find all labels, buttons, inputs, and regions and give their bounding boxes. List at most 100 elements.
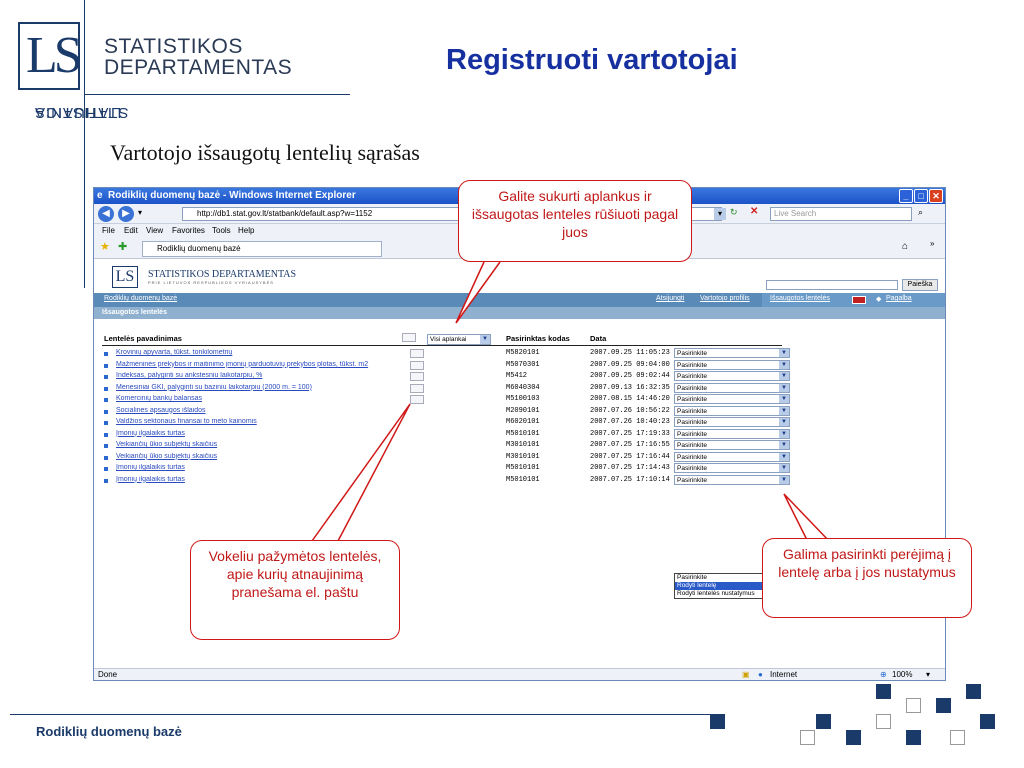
user-profile-link[interactable]: Vartotojo profilis (700, 295, 750, 302)
action-select[interactable]: Pasirinkite ▼ (674, 382, 790, 393)
folder-filter-select[interactable]: Visi aplankai ▼ (427, 334, 491, 345)
chevron-down-icon[interactable]: ▼ (779, 383, 789, 392)
table-name-link[interactable]: Indeksas, palyginti su ankstesniu laikot… (116, 372, 408, 379)
table-name-link[interactable]: Įmonių ilgalaikis turtas (116, 464, 408, 471)
site-subtitle: PRIE LIETUVOS RESPUBLIKOS VYRIAUSYBĖS (148, 280, 274, 285)
tab-current[interactable]: Rodiklių duomenų bazė (142, 241, 382, 257)
action-select-value: Pasirinkite (677, 430, 707, 438)
table-name-link[interactable]: Veikiančių ūkio subjektų skaičius (116, 441, 408, 448)
action-select[interactable]: Pasirinkite ▼ (674, 474, 790, 485)
decor-square (980, 714, 995, 729)
menu-view[interactable]: View (146, 224, 163, 237)
stat-logo: LS (18, 22, 83, 90)
table-name-link[interactable]: Krovinių apyvarta, tūkst. tonkilometrių (116, 349, 408, 356)
site-search-button[interactable]: Paieška (902, 279, 938, 291)
menu-help[interactable]: Help (238, 224, 254, 237)
table-name-link[interactable]: Mėnesiniai GKI, palyginti su baziniu lai… (116, 384, 408, 391)
menu-tools[interactable]: Tools (212, 224, 231, 237)
favorites-star-icon[interactable]: ★ (100, 240, 110, 253)
action-select[interactable]: Pasirinkite ▼ (674, 451, 790, 462)
decor-square (710, 714, 725, 729)
chevron-down-icon[interactable]: ▼ (779, 441, 789, 449)
table-date: 2007.09.25 11:05:23 (590, 349, 670, 357)
brand-divider (84, 94, 350, 95)
chevron-down-icon[interactable]: ▼ (480, 335, 490, 344)
table-name-link[interactable]: Mažmeninės prekybos ir maitinimo įmonių … (116, 361, 408, 368)
menu-file[interactable]: File (102, 224, 115, 237)
action-select[interactable]: Pasirinkite ▼ (674, 428, 790, 439)
table-code: M5010101 (506, 475, 540, 484)
zoom-level[interactable]: 100% (892, 669, 912, 680)
envelope-icon (410, 372, 424, 381)
maximize-button[interactable]: □ (914, 189, 928, 203)
url-dropdown-icon[interactable]: ▾ (714, 208, 726, 220)
menu-edit[interactable]: Edit (124, 224, 138, 237)
footer-title: Rodiklių duomenų bazė (36, 724, 182, 739)
folder-filter-value: Visi aplankai (430, 336, 467, 343)
table-name-link[interactable]: Komercinių bankų balansas (116, 395, 408, 402)
zoom-chevron-icon[interactable]: ▾ (926, 669, 930, 680)
table-name-link[interactable]: Įmonių ilgalaikis turtas (116, 476, 408, 483)
table-row: Mažmeninės prekybos ir maitinimo įmonių … (102, 359, 792, 371)
forward-icon[interactable]: ▶ (118, 206, 134, 222)
action-select[interactable]: Pasirinkite ▼ (674, 371, 790, 381)
saved-tables-link[interactable]: Išsaugotos lentelės (770, 295, 830, 302)
table-code: M5070301 (506, 360, 540, 369)
add-favorite-icon[interactable]: ✚ (118, 240, 127, 253)
help-icon[interactable]: ◆ (876, 295, 881, 303)
back-icon[interactable]: ◀ (98, 206, 114, 222)
menu-favorites[interactable]: Favorites (172, 224, 205, 237)
decor-square (906, 698, 921, 713)
stop-icon[interactable]: ✕ (750, 206, 758, 217)
history-chevron-icon[interactable]: ▾ (138, 208, 142, 217)
chevron-down-icon[interactable]: ▼ (779, 418, 789, 426)
minimize-button[interactable]: _ (899, 189, 913, 203)
zoom-icon[interactable]: ⊕ (880, 669, 887, 680)
bullet-icon (104, 352, 108, 356)
live-search-input[interactable]: Live Search (770, 207, 912, 221)
section-header: Išsaugotos lentelės (94, 307, 945, 319)
chevron-down-icon[interactable]: ▼ (779, 360, 789, 369)
action-select-value: Pasirinkite (677, 419, 707, 426)
action-select[interactable]: Pasirinkite ▼ (674, 405, 790, 416)
bullet-icon (104, 432, 108, 437)
site-search-input[interactable] (766, 280, 898, 290)
close-button[interactable]: ✕ (929, 189, 943, 203)
site-logo[interactable]: LS (112, 266, 138, 288)
chevron-down-icon[interactable]: ▼ (779, 349, 789, 357)
search-icon[interactable]: ⌕ (918, 207, 923, 218)
action-select[interactable]: Pasirinkite ▼ (674, 417, 790, 427)
table-name-link[interactable]: Įmonių ilgalaikis turtas (116, 430, 408, 437)
help-link[interactable]: Pagalba (886, 295, 912, 302)
table-code: M6040304 (506, 383, 540, 392)
callout-envelope: Vokeliu pažymėtos lentelės, apie kurių a… (190, 540, 400, 640)
english-flag-icon[interactable] (852, 296, 866, 304)
home-icon[interactable]: ⌂ (902, 241, 908, 252)
action-select[interactable]: Pasirinkite ▼ (674, 348, 790, 358)
bullet-icon (104, 386, 108, 391)
refresh-icon[interactable]: ↻ (730, 207, 738, 218)
table-row: Veikiančių ūkio subjektų skaičius M301010… (102, 440, 792, 451)
action-select[interactable]: Pasirinkite ▼ (674, 463, 790, 473)
chevron-down-icon[interactable]: ▼ (779, 429, 789, 438)
table-name-link[interactable]: Valdžios sektoriaus finansai to meto kai… (116, 418, 408, 425)
chevron-down-icon[interactable]: ▼ (779, 395, 789, 403)
decor-square (950, 730, 965, 745)
table-name-link[interactable]: Veikiančių ūkio subjektų skaičius (116, 453, 408, 460)
chevron-down-icon[interactable]: ▼ (779, 475, 789, 484)
action-select[interactable]: Pasirinkite ▼ (674, 359, 790, 370)
chevron-down-icon[interactable]: ▼ (779, 464, 789, 472)
bullet-icon (104, 455, 108, 460)
logout-link[interactable]: Atsijungti (656, 295, 684, 302)
status-text: Done (98, 670, 118, 679)
action-select[interactable]: Pasirinkite ▼ (674, 440, 790, 450)
chevron-down-icon[interactable]: ▼ (779, 452, 789, 461)
table-row: Mėnesiniai GKI, palyginti su baziniu lai… (102, 382, 792, 394)
slide-title: Registruoti vartotojai (446, 44, 738, 76)
table-name-link[interactable]: Socialinės apsaugos išlaidos (116, 407, 408, 414)
action-select[interactable]: Pasirinkite ▼ (674, 394, 790, 404)
more-tools-icon[interactable]: » (930, 239, 934, 248)
chevron-down-icon[interactable]: ▼ (779, 372, 789, 380)
chevron-down-icon[interactable]: ▼ (779, 406, 789, 415)
breadcrumb-home-link[interactable]: Rodiklių duomenų bazė (104, 295, 177, 302)
